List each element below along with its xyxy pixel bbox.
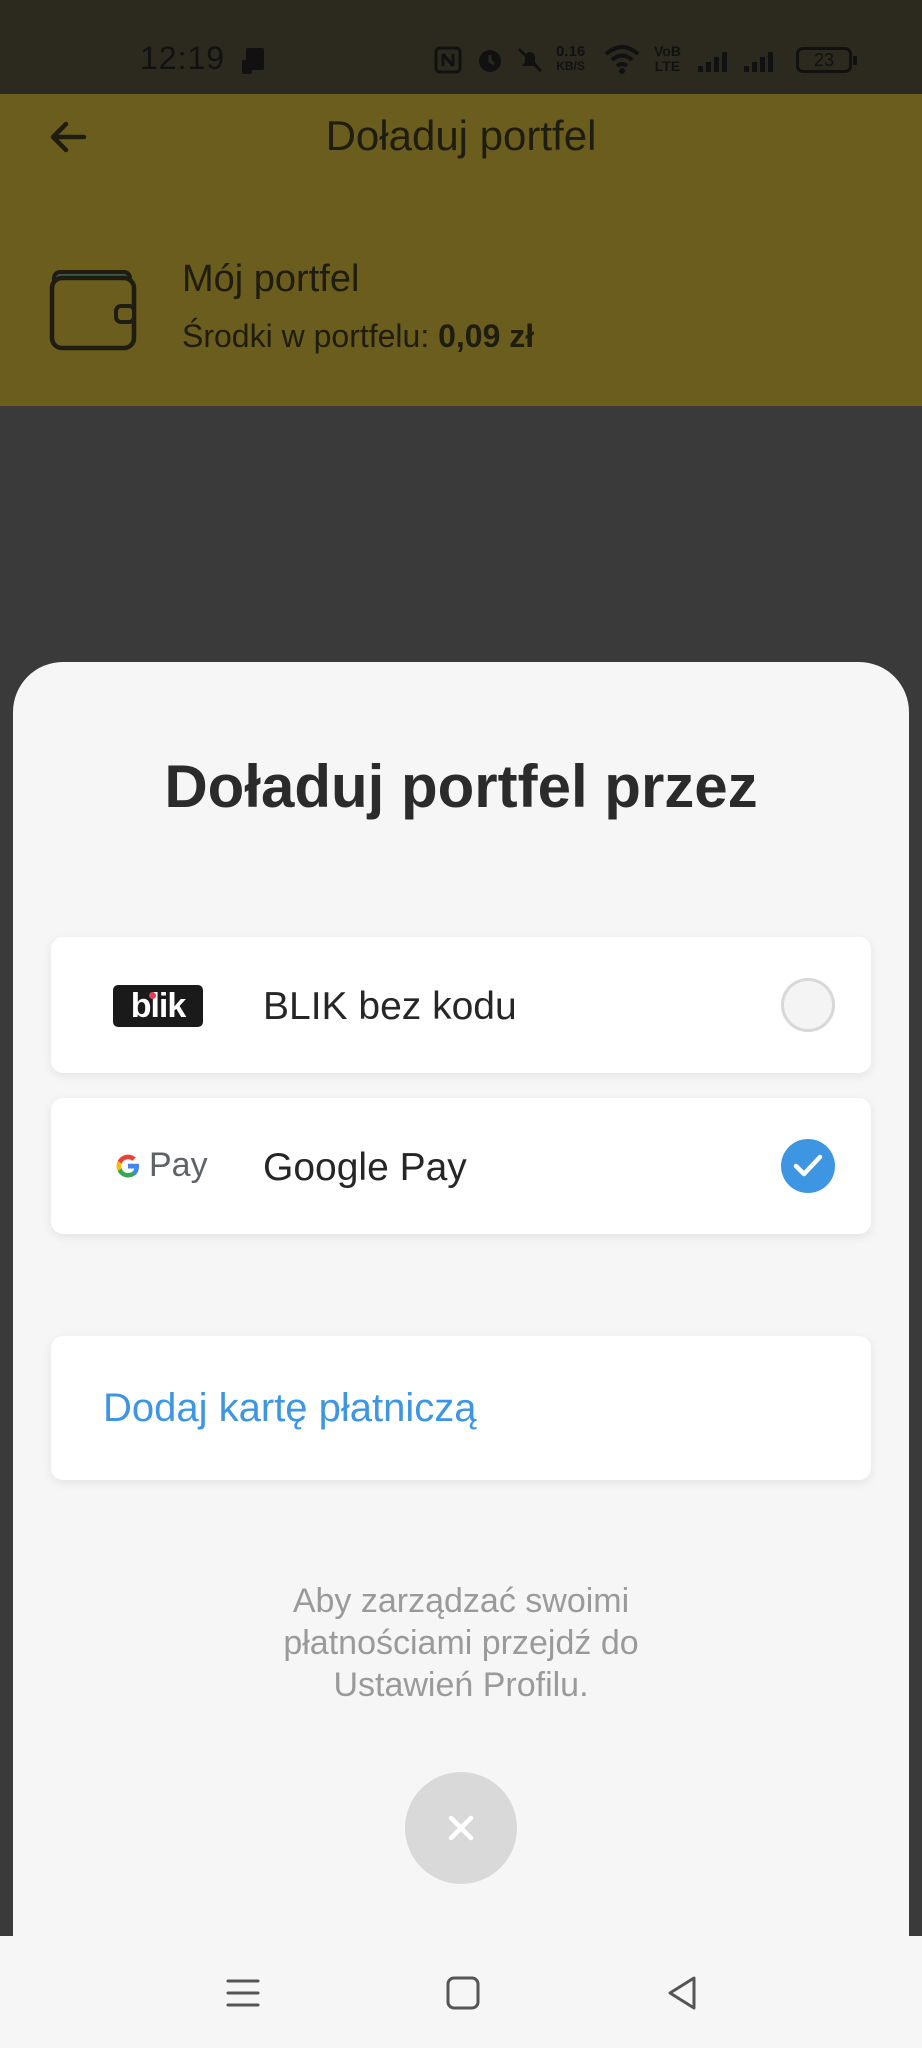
profile-settings-hint: Aby zarządzać swoimi płatnościami przejd… (283, 1582, 639, 1704)
payment-method-sheet: Doładuj portfel przez blik BLIK bez kodu… (13, 662, 909, 1942)
add-card-label: Dodaj kartę płatniczą (103, 1386, 477, 1430)
notification-app-icon (242, 48, 264, 74)
checkmark-icon (793, 1154, 823, 1177)
signal-icon-sim2 (744, 50, 773, 72)
sheet-title: Doładuj portfel przez (164, 753, 758, 820)
mute-icon (517, 47, 543, 73)
close-icon (448, 1815, 474, 1841)
wallet-name: Mój portfel (182, 258, 360, 300)
status-time: 12:19 (140, 40, 226, 76)
payment-option-blik[interactable]: blik BLIK bez kodu (51, 937, 871, 1073)
wifi-icon (604, 45, 640, 74)
google-pay-logo: Pay (113, 1146, 208, 1185)
battery-icon: 23 (796, 47, 857, 73)
close-sheet-button[interactable] (405, 1772, 517, 1884)
payment-option-label: BLIK bez kodu (263, 985, 517, 1028)
menu-icon[interactable] (220, 1970, 266, 2016)
signal-icon-sim1 (698, 50, 727, 72)
home-icon[interactable] (440, 1970, 486, 2016)
payment-option-label: Google Pay (263, 1146, 467, 1189)
network-speed: 0.16 KB/S (556, 43, 586, 73)
radio-unchecked[interactable] (781, 978, 835, 1032)
blik-logo: blik (113, 985, 203, 1027)
nfc-icon (434, 46, 462, 74)
google-g-icon (116, 1154, 139, 1177)
payment-option-google-pay[interactable]: Pay Google Pay (51, 1098, 871, 1234)
wallet-balance: Środki w portfelu: 0,09 zł (182, 318, 535, 354)
alarm-icon (479, 50, 501, 72)
wallet-icon (49, 270, 137, 351)
status-bar: 12:19 0.16 KB/S VoB LTE 23 (0, 0, 922, 94)
back-icon[interactable] (660, 1970, 706, 2016)
system-navigation-bar (0, 1936, 922, 2048)
wallet-balance-value: 0,09 zł (438, 318, 535, 354)
radio-checked[interactable] (781, 1139, 835, 1193)
add-payment-card-button[interactable]: Dodaj kartę płatniczą (51, 1336, 871, 1480)
page-title: Doładuj portfel (325, 112, 597, 159)
volte-indicator: VoB LTE (654, 43, 681, 74)
